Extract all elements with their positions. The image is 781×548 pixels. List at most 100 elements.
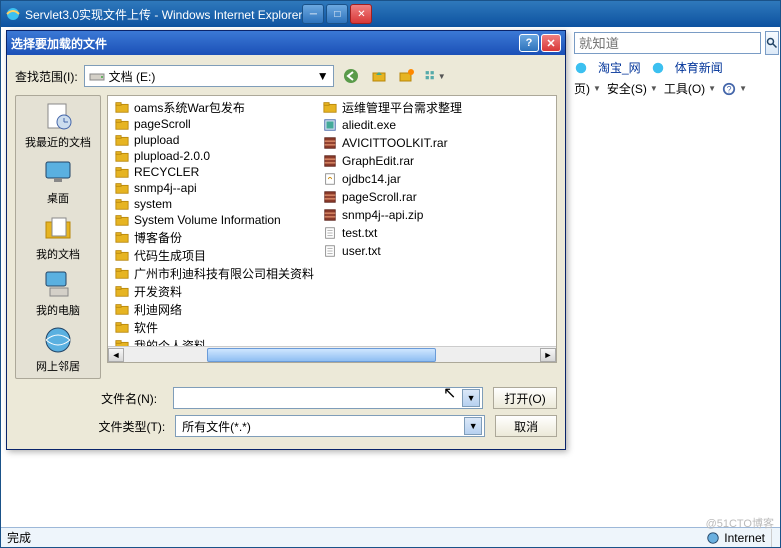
dialog-titlebar[interactable]: 选择要加载的文件 ? ✕	[7, 31, 565, 55]
filename-combo[interactable]: ▼	[173, 387, 483, 409]
cancel-button[interactable]: 取消	[495, 415, 557, 437]
ie-command-bar: 页)▼ 安全(S)▼ 工具(O)▼ ?▼	[574, 80, 774, 97]
place-network[interactable]: 网上邻居	[36, 324, 80, 374]
file-item[interactable]: snmp4j--api.zip	[318, 206, 466, 224]
file-item[interactable]: snmp4j--api	[110, 180, 318, 196]
place-desktop[interactable]: 桌面	[42, 156, 74, 206]
back-icon	[343, 68, 359, 84]
file-item[interactable]: 我的个人资料	[110, 336, 318, 346]
search-input[interactable]	[574, 32, 761, 54]
file-item[interactable]: 运维管理平台需求整理	[318, 98, 466, 116]
safety-menu[interactable]: 安全(S)▼	[607, 80, 658, 97]
file-icon	[114, 197, 130, 211]
filetype-label: 文件类型(T):	[99, 418, 166, 435]
file-icon	[114, 149, 130, 163]
file-item[interactable]: 开发资料	[110, 282, 318, 300]
file-name: system	[134, 197, 172, 211]
tools-menu[interactable]: 工具(O)▼	[664, 80, 716, 97]
file-icon	[322, 118, 338, 132]
maximize-button[interactable]: □	[326, 4, 348, 24]
filetype-combo[interactable]: 所有文件(*.*) ▼	[175, 415, 485, 437]
file-icon	[322, 172, 338, 186]
filename-drop-icon[interactable]: ▼	[462, 389, 480, 407]
help-icon: ?	[722, 82, 736, 96]
scroll-left-button[interactable]: ◄	[108, 348, 124, 362]
file-icon	[114, 302, 130, 316]
help-menu[interactable]: ?▼	[722, 82, 747, 96]
file-icon	[114, 320, 130, 334]
dialog-close-button[interactable]: ✕	[541, 34, 561, 52]
file-item[interactable]: 广州市利迪科技有限公司相关资料	[110, 264, 318, 282]
file-item[interactable]: 代码生成项目	[110, 246, 318, 264]
horizontal-scrollbar[interactable]: ◄ ►	[108, 346, 556, 362]
file-item[interactable]: 利迪网络	[110, 300, 318, 318]
file-item[interactable]: pageScroll.rar	[318, 188, 466, 206]
file-name: test.txt	[342, 226, 377, 240]
file-item[interactable]: plupload	[110, 132, 318, 148]
file-item[interactable]: user.txt	[318, 242, 466, 260]
place-mycomputer[interactable]: 我的电脑	[36, 268, 80, 318]
lookin-dropdown[interactable]: 文档 (E:) ▼	[84, 65, 334, 87]
dialog-help-button[interactable]: ?	[519, 34, 539, 52]
svg-text:?: ?	[727, 84, 732, 94]
recent-docs-icon	[42, 100, 74, 132]
scroll-thumb[interactable]	[207, 348, 436, 362]
lookin-label: 查找范围(I):	[15, 68, 78, 85]
file-item[interactable]: System Volume Information	[110, 212, 318, 228]
file-item[interactable]: system	[110, 196, 318, 212]
file-item[interactable]: GraphEdit.rar	[318, 152, 466, 170]
file-item[interactable]: AVICITTOOLKIT.rar	[318, 134, 466, 152]
file-icon	[322, 136, 338, 150]
ie-search-area	[574, 31, 774, 55]
file-item[interactable]: aliedit.exe	[318, 116, 466, 134]
file-name: plupload-2.0.0	[134, 149, 210, 163]
file-item[interactable]: RECYCLER	[110, 164, 318, 180]
dialog-title: 选择要加载的文件	[11, 35, 519, 52]
filename-input[interactable]	[176, 389, 462, 407]
filename-label: 文件名(N):	[101, 390, 163, 407]
file-item[interactable]: test.txt	[318, 224, 466, 242]
lookin-drop-icon[interactable]: ▼	[317, 69, 329, 83]
new-folder-button[interactable]	[396, 65, 418, 87]
place-mydocs[interactable]: 我的文档	[36, 212, 80, 262]
file-name: ojdbc14.jar	[342, 172, 401, 186]
favorite-link-sports[interactable]: 体育新闻	[675, 59, 723, 76]
file-item[interactable]: 博客备份	[110, 228, 318, 246]
view-menu-button[interactable]: ▼	[424, 65, 446, 87]
ie-statusbar: 完成 Internet	[1, 527, 780, 547]
mycomputer-icon	[42, 268, 74, 300]
scroll-right-button[interactable]: ►	[540, 348, 556, 362]
file-icon	[114, 100, 130, 114]
file-name: RECYCLER	[134, 165, 199, 179]
file-icon	[322, 190, 338, 204]
file-name: 运维管理平台需求整理	[342, 99, 462, 116]
filetype-drop-icon[interactable]: ▼	[464, 417, 482, 435]
file-icon	[114, 165, 130, 179]
back-button[interactable]	[340, 65, 362, 87]
file-name: System Volume Information	[134, 213, 281, 227]
file-item[interactable]: 软件	[110, 318, 318, 336]
close-button[interactable]: ✕	[350, 4, 372, 24]
search-button[interactable]	[765, 31, 779, 55]
minimize-button[interactable]: ─	[302, 4, 324, 24]
favorites-bar: 淘宝_网 体育新闻	[574, 59, 774, 76]
ie-titlebar[interactable]: Servlet3.0实现文件上传 - Windows Internet Expl…	[1, 1, 780, 27]
ie-small-icon	[574, 61, 588, 75]
place-recent[interactable]: 我最近的文档	[25, 100, 91, 150]
file-item[interactable]: ojdbc14.jar	[318, 170, 466, 188]
page-menu[interactable]: 页)▼	[574, 80, 601, 97]
file-item[interactable]: plupload-2.0.0	[110, 148, 318, 164]
file-icon	[114, 181, 130, 195]
file-icon	[322, 226, 338, 240]
file-name: 博客备份	[134, 229, 182, 246]
file-item[interactable]: pageScroll	[110, 116, 318, 132]
file-icon	[114, 338, 130, 346]
file-icon	[322, 154, 338, 168]
favorite-link-taobao[interactable]: 淘宝_网	[598, 59, 641, 76]
file-name: plupload	[134, 133, 179, 147]
up-one-level-button[interactable]	[368, 65, 390, 87]
open-button[interactable]: 打开(O)	[493, 387, 557, 409]
ie-small-icon	[651, 61, 665, 75]
file-name: pageScroll.rar	[342, 190, 417, 204]
file-item[interactable]: oams系统War包发布	[110, 98, 318, 116]
